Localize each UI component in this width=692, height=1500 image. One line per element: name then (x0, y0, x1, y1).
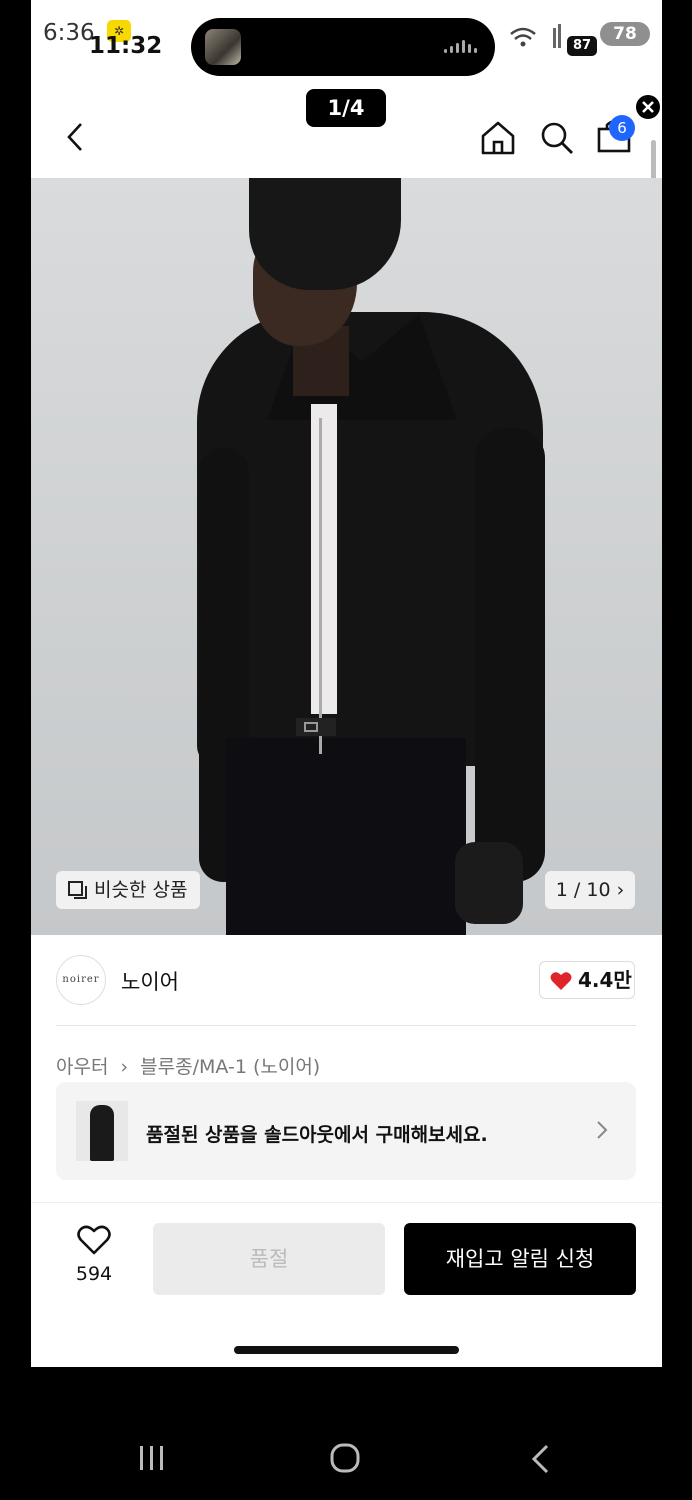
home-icon[interactable] (479, 120, 517, 156)
battery-badge: 78 (600, 22, 650, 46)
home-indicator[interactable] (234, 1346, 459, 1354)
brand-name[interactable]: 노이어 (121, 966, 179, 996)
breadcrumb-category[interactable]: 아우터 (56, 1052, 108, 1079)
product-image[interactable]: 비슷한 상품 1 / 10 › (31, 178, 662, 935)
beanie-shape (249, 178, 401, 290)
brand-like-button[interactable]: 4.4만 (539, 961, 635, 999)
shirt-shape (311, 404, 337, 714)
system-back-icon[interactable] (530, 1444, 550, 1474)
restock-alert-button[interactable]: 재입고 알림 신청 (404, 1223, 636, 1295)
close-icon[interactable] (634, 93, 662, 121)
belt-shape (296, 718, 336, 736)
banner-text: 품절된 상품을 솔드아웃에서 구매해보세요. (146, 1124, 488, 1146)
chevron-right-icon (597, 1121, 608, 1139)
similar-icon (68, 881, 87, 899)
wishlist-count: 594 (75, 1263, 113, 1285)
glove-shape (455, 842, 523, 924)
status-bar: 6:36 ✲ 11:32 87 78 (31, 0, 662, 80)
media-thumbnail (205, 29, 241, 65)
breadcrumb: 아우터 › 블루종/MA-1 (노이어) (56, 1052, 320, 1079)
breadcrumb-subcategory[interactable]: 블루종/MA-1 (노이어) (140, 1052, 320, 1079)
zipper-shape (319, 418, 322, 754)
system-home-icon[interactable] (330, 1443, 360, 1473)
recent-apps-icon[interactable] (138, 1445, 166, 1471)
image-counter-button[interactable]: 1 / 10 › (545, 871, 635, 909)
wifi-icon (510, 24, 561, 48)
cart-count-badge: 6 (609, 115, 635, 141)
brand-logo[interactable]: noirer (56, 955, 106, 1005)
heart-outline-icon (77, 1225, 111, 1255)
banner-thumbnail (76, 1101, 128, 1161)
soldout-market-banner[interactable]: 품절된 상품을 솔드아웃에서 구매해보세요. (56, 1082, 636, 1180)
soldout-button: 품절 (153, 1223, 385, 1295)
header (31, 96, 662, 176)
dynamic-island[interactable] (191, 18, 495, 76)
bottom-action-bar: 594 품절 재입고 알림 신청 (31, 1202, 662, 1367)
wishlist-button[interactable]: 594 (59, 1225, 129, 1285)
search-icon[interactable] (539, 120, 575, 156)
battery-badge-secondary: 87 (567, 36, 597, 56)
brand-like-count: 4.4만 (578, 968, 632, 992)
app-screen: 6:36 ✲ 11:32 87 78 1/4 6 비슷한 상품 1 / 10 ›… (31, 0, 662, 1367)
breadcrumb-separator: › (120, 1056, 129, 1078)
system-navigation-bar (0, 1367, 692, 1500)
pants-shape (226, 738, 466, 935)
status-time: 6:36 (43, 20, 95, 46)
similar-products-label: 비슷한 상품 (94, 879, 188, 901)
back-arrow-icon[interactable] (65, 122, 85, 152)
status-time-secondary: 11:32 (89, 33, 163, 59)
heart-filled-icon (550, 972, 572, 990)
sleeve-right (475, 428, 545, 882)
divider (56, 1025, 636, 1026)
audio-wave-icon (444, 40, 477, 53)
similar-products-button[interactable]: 비슷한 상품 (56, 871, 200, 909)
